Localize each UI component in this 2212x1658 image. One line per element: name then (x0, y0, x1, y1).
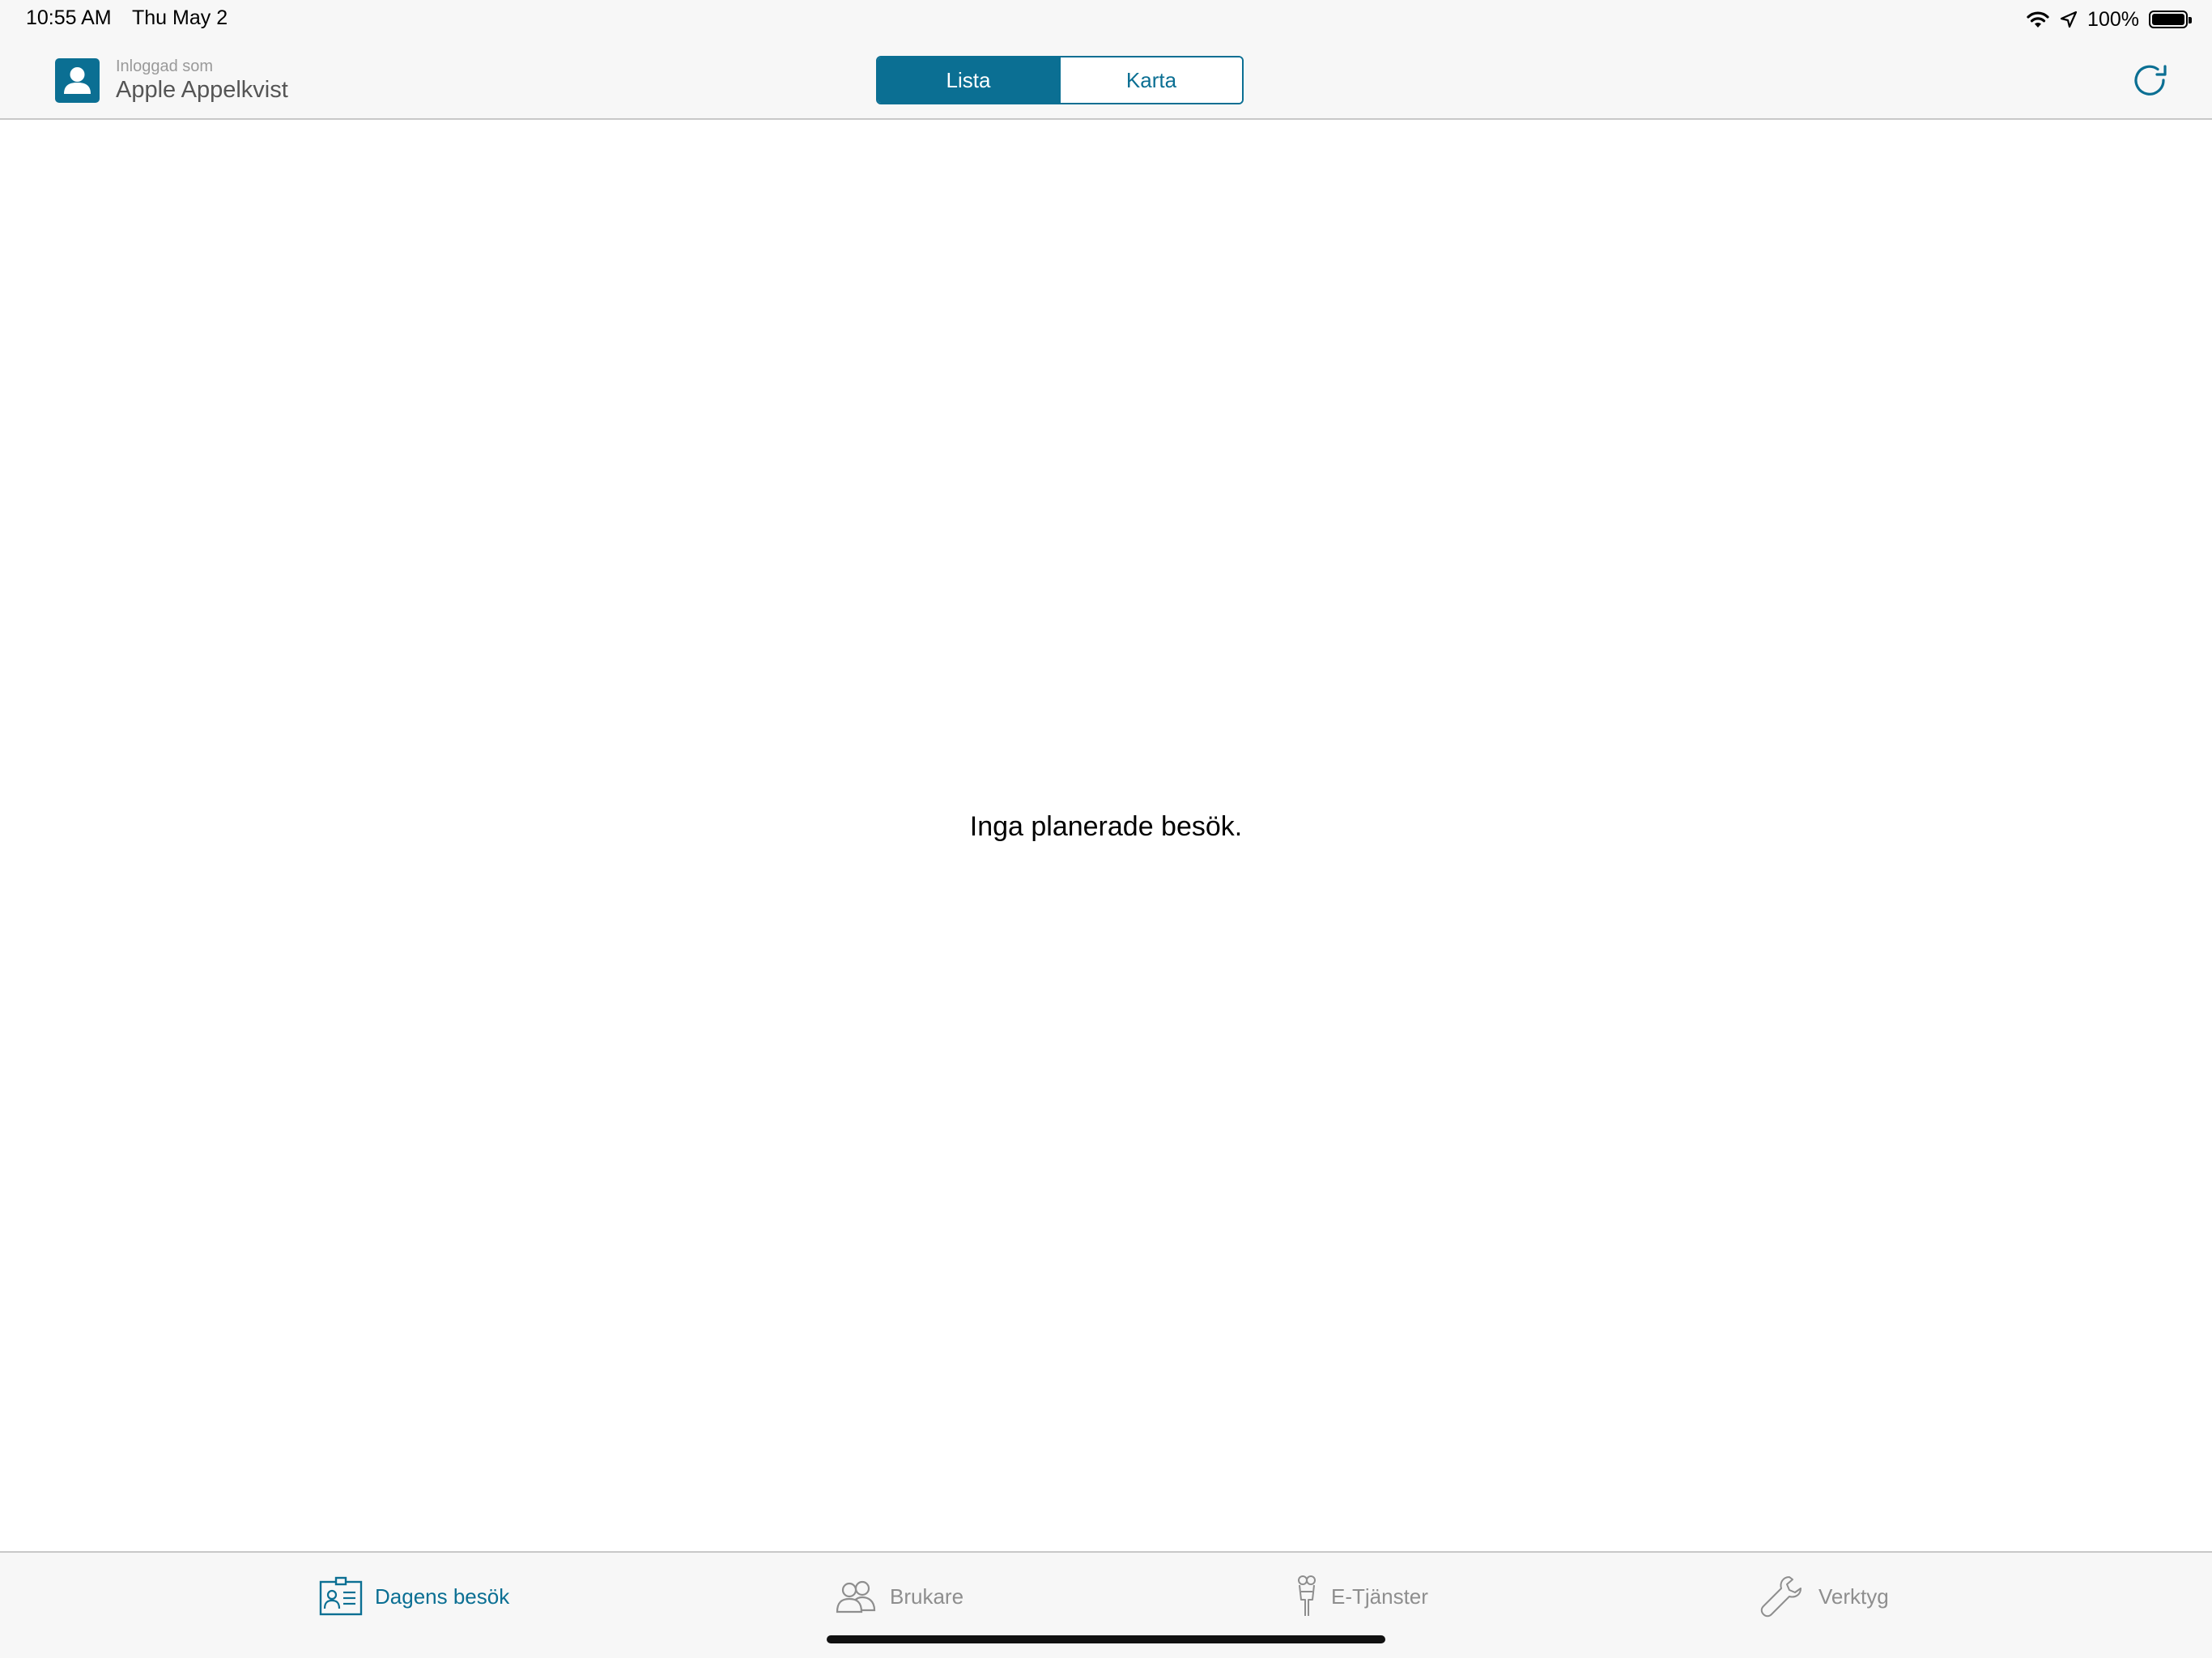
user-avatar-icon (55, 57, 100, 103)
logged-in-user[interactable]: Inloggad som Apple Appelkvist (55, 57, 288, 104)
segment-lista[interactable]: Lista (878, 57, 1059, 103)
tab-dagens-besok[interactable]: Dagens besök (318, 1572, 509, 1621)
location-arrow-icon (2060, 11, 2078, 28)
user-text: Inloggad som Apple Appelkvist (116, 57, 288, 104)
empty-state-message: Inga planerade besök. (969, 811, 1243, 842)
refresh-icon[interactable] (2128, 58, 2172, 102)
tab-label-verktyg: Verktyg (1819, 1584, 1889, 1609)
tab-verktyg[interactable]: Verktyg (1759, 1572, 1889, 1621)
user-name: Apple Appelkvist (116, 77, 288, 103)
battery-fill (2152, 14, 2184, 25)
battery-percent: 100% (2087, 7, 2139, 31)
view-segmented-control: Lista Karta (876, 56, 1244, 104)
users-icon (836, 1580, 876, 1613)
app-screen: 10:55 AM Thu May 2 100% Inloggad som App… (0, 0, 2212, 1658)
battery-icon (2149, 11, 2192, 28)
wrench-icon (1760, 1576, 1802, 1618)
status-indicators: 100% (2026, 6, 2192, 32)
tab-brukare[interactable]: Brukare (833, 1572, 963, 1621)
e-services-icon (1298, 1575, 1316, 1616)
status-time: 10:55 AM (26, 6, 112, 29)
tab-e-tjanster[interactable]: E-Tjänster (1294, 1572, 1428, 1621)
segment-karta[interactable]: Karta (1059, 57, 1242, 103)
logged-in-caption: Inloggad som (116, 57, 214, 75)
top-bar: 10:55 AM Thu May 2 100% Inloggad som App… (0, 0, 2212, 120)
tab-label-dagens-besok: Dagens besök (375, 1584, 510, 1609)
visit-card-icon (319, 1576, 363, 1616)
tab-label-e-tjanster: E-Tjänster (1331, 1584, 1428, 1609)
tab-label-brukare: Brukare (890, 1584, 964, 1609)
home-indicator (827, 1635, 1385, 1643)
wifi-icon (2027, 11, 2049, 28)
status-date: Thu May 2 (132, 6, 228, 29)
battery-tip (2189, 17, 2192, 23)
